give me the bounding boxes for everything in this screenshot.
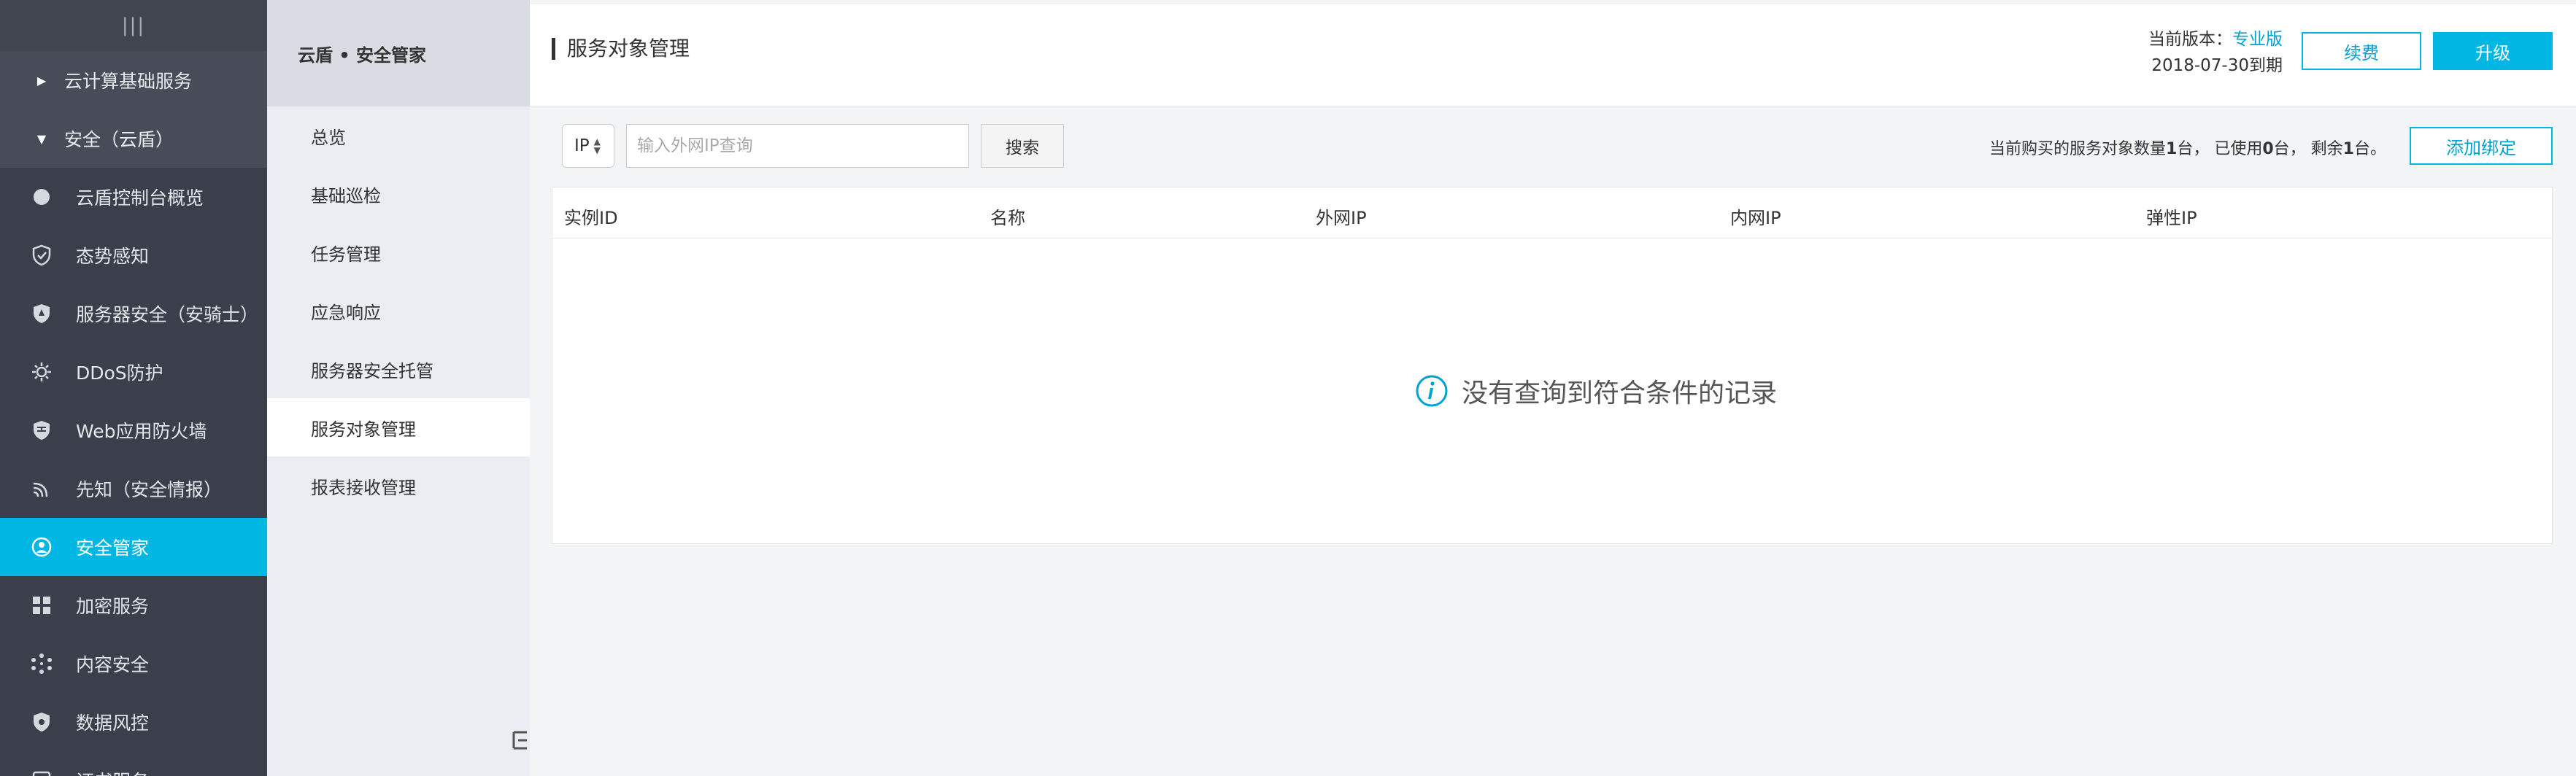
- subnav-item-basic-inspection[interactable]: 基础巡检: [267, 165, 530, 223]
- sidebar-item-label: 先知（安全情报）: [76, 479, 223, 500]
- page-title: 服务对象管理: [552, 38, 690, 60]
- subnav-item-service-objects[interactable]: 服务对象管理: [267, 398, 530, 457]
- sidebar-toggle-button[interactable]: |||: [0, 0, 267, 51]
- secondary-sidebar: 云盾 • 安全管家 总览 基础巡检 任务管理 应急响应 服务器安全托管 服务对象…: [267, 0, 530, 776]
- caret-down-icon: ▼: [36, 131, 47, 146]
- sidebar-item-console-overview[interactable]: 云盾控制台概览: [0, 168, 267, 226]
- column-elastic-ip: 弹性IP: [2146, 208, 2197, 228]
- quota-left: 1: [2342, 140, 2354, 158]
- ip-search-input[interactable]: [626, 124, 969, 168]
- sidebar-group-security[interactable]: ▼ 安全（云盾）: [0, 109, 267, 168]
- shield-knight-icon: [29, 301, 54, 326]
- sidebar-group-label: 云计算基础服务: [64, 71, 193, 92]
- empty-state: 没有查询到符合条件的记录: [552, 238, 2552, 543]
- quota-total: 1: [2166, 140, 2178, 158]
- column-instance-id: 实例ID: [564, 208, 618, 228]
- main-content: 服务对象管理 当前版本：专业版 2018-07-30到期 续费 升级 IP ▲ ▼…: [530, 0, 2576, 776]
- version-label: 当前版本：: [2148, 30, 2232, 49]
- quota-prefix: 当前购买的服务对象数量: [1989, 140, 2167, 158]
- sidebar-item-label: DDoS防护: [76, 362, 163, 384]
- quota-used: 0: [2262, 140, 2274, 158]
- sidebar-group-label: 安全（云盾）: [64, 129, 174, 150]
- select-arrows-icon: ▲ ▼: [593, 136, 601, 155]
- sidebar-item-situation-awareness[interactable]: 态势感知: [0, 226, 267, 284]
- search-toolbar: IP ▲▼ 搜索 当前购买的服务对象数量1台， 已使用0台， 剩余1台。 添加绑…: [530, 106, 2576, 187]
- expiry-date: 2018-07-30到期: [2151, 56, 2283, 75]
- butler-icon: [29, 535, 54, 559]
- caret-right-icon: ▶: [36, 73, 47, 88]
- subnav-item-overview[interactable]: 总览: [267, 106, 530, 165]
- quota-mid1: 台， 已使用: [2177, 140, 2263, 158]
- gear-sun-icon: [29, 360, 54, 384]
- sidebar-item-encryption[interactable]: 加密服务: [0, 576, 267, 635]
- sidebar-item-label: 数据风控: [76, 713, 150, 734]
- sidebar-item-label: 证书服务: [76, 767, 149, 776]
- collapse-subnav-button[interactable]: [511, 722, 530, 758]
- service-objects-table: 实例ID 名称 外网IP 内网IP 弹性IP 没有查询到符合条件的记录: [552, 187, 2553, 544]
- subnav-item-server-hosting[interactable]: 服务器安全托管: [267, 340, 530, 398]
- circle-dot-icon: [29, 185, 54, 209]
- encryption-grid-icon: [29, 593, 54, 618]
- sidebar-toggle-icon: |||: [121, 15, 146, 36]
- add-binding-button[interactable]: 添加绑定: [2410, 127, 2553, 165]
- sidebar-item-xianzhi[interactable]: 先知（安全情报）: [0, 459, 267, 518]
- sidebar-group-cloud-basic[interactable]: ▶ 云计算基础服务: [0, 51, 267, 109]
- sidebar-item-label: 云盾控制台概览: [76, 187, 204, 209]
- sidebar-item-content-security[interactable]: 内容安全: [0, 635, 267, 693]
- subnav-title: 云盾 • 安全管家: [267, 0, 530, 106]
- sidebar-item-ddos[interactable]: DDoS防护: [0, 343, 267, 401]
- quota-summary: 当前购买的服务对象数量1台， 已使用0台， 剩余1台。: [1989, 136, 2386, 159]
- info-icon: [1416, 375, 1448, 407]
- renew-button[interactable]: 续费: [2302, 32, 2421, 70]
- sidebar-item-label: 加密服务: [76, 596, 150, 617]
- subnav-item-emergency-response[interactable]: 应急响应: [267, 282, 530, 340]
- sidebar-item-security-butler[interactable]: 安全管家: [0, 518, 267, 576]
- certificate-icon: [29, 768, 54, 776]
- firewall-shield-icon: [29, 418, 54, 443]
- subnav-item-report-receiving[interactable]: 报表接收管理: [267, 457, 530, 515]
- sidebar-item-waf[interactable]: Web应用防火墙: [0, 401, 267, 459]
- sidebar-item-label: Web应用防火墙: [76, 421, 207, 442]
- upgrade-button[interactable]: 升级: [2433, 32, 2553, 70]
- sidebar-item-label: 内容安全: [76, 654, 150, 675]
- subnav-item-task-management[interactable]: 任务管理: [267, 223, 530, 282]
- sidebar-item-label: 安全管家: [76, 538, 150, 559]
- collapse-icon: [512, 731, 527, 750]
- page-header: 服务对象管理 当前版本：专业版 2018-07-30到期 续费 升级: [530, 4, 2576, 106]
- empty-message: 没有查询到符合条件的记录: [1461, 379, 1777, 408]
- edition-link[interactable]: 专业版: [2232, 30, 2283, 49]
- search-button[interactable]: 搜索: [981, 124, 1064, 168]
- network-nodes-icon: [29, 651, 54, 676]
- main-sidebar: ||| ▶ 云计算基础服务 ▼ 安全（云盾） 云盾控制台概览 态势感知 服务器安…: [0, 0, 267, 776]
- table-header: 实例ID 名称 外网IP 内网IP 弹性IP: [552, 187, 2552, 238]
- sidebar-item-label: 服务器安全（安骑士）: [76, 304, 259, 325]
- signal-icon: [29, 476, 54, 501]
- filter-type-value: IP: [574, 136, 590, 155]
- quota-mid2: 台， 剩余: [2273, 140, 2343, 158]
- sidebar-item-label: 态势感知: [76, 246, 150, 267]
- sidebar-item-data-risk[interactable]: 数据风控: [0, 693, 267, 751]
- filter-type-select[interactable]: IP ▲ ▼: [562, 124, 614, 168]
- sidebar-item-certificate[interactable]: 证书服务: [0, 751, 267, 776]
- shield-check-icon: [29, 243, 54, 268]
- column-public-ip: 外网IP: [1316, 208, 1367, 228]
- column-name: 名称: [990, 208, 1025, 228]
- sidebar-item-server-security[interactable]: 服务器安全（安骑士）: [0, 284, 267, 343]
- version-info: 当前版本：专业版 2018-07-30到期: [2148, 26, 2283, 79]
- quota-suffix: 台。: [2353, 140, 2386, 158]
- shield-lock-icon: [29, 710, 54, 734]
- column-private-ip: 内网IP: [1730, 208, 1781, 228]
